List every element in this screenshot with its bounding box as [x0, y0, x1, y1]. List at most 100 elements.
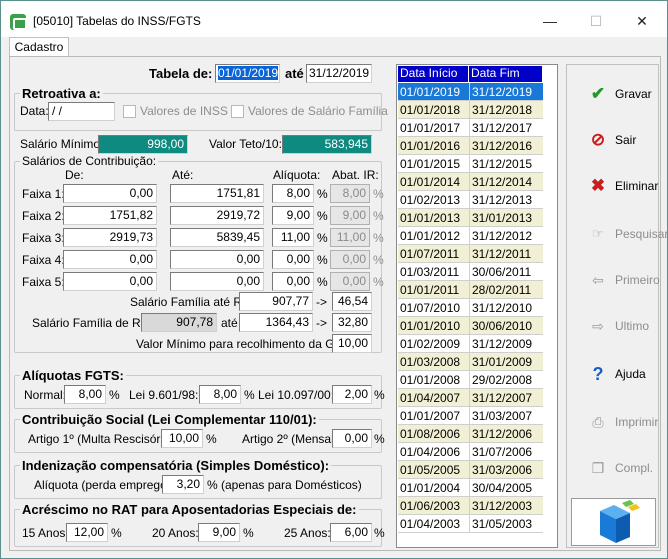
compl-button[interactable]: ❐ Compl.: [573, 451, 655, 485]
tab-cadastro[interactable]: Cadastro: [9, 37, 69, 57]
retroativa-title: Retroativa a:: [20, 86, 103, 101]
art2-label: Artigo 2º (Mensal):: [242, 432, 342, 446]
table-row[interactable]: 01/01/2004 30/04/2005: [398, 479, 543, 497]
table-row[interactable]: 01/04/2006 31/07/2006: [398, 443, 543, 461]
sf-ate-input[interactable]: 907,77: [239, 292, 313, 311]
table-row[interactable]: 01/03/2011 30/06/2011: [398, 263, 543, 281]
table-row[interactable]: 01/01/2012 31/12/2012: [398, 227, 543, 245]
faixa-2-aliquota[interactable]: 9,00: [272, 206, 314, 225]
table-row[interactable]: 01/01/2010 30/06/2010: [398, 317, 543, 335]
table-row[interactable]: 01/01/2016 31/12/2016: [398, 137, 543, 155]
table-row[interactable]: 01/04/2007 31/12/2007: [398, 389, 543, 407]
table-row[interactable]: 01/01/2014 31/12/2014: [398, 173, 543, 191]
faixa-2-label: Faixa 2:: [22, 209, 65, 223]
art2-input[interactable]: 0,00: [332, 429, 372, 448]
faixa-5-abat: 0,00: [330, 272, 370, 291]
cell-data-fim: 31/12/2007: [472, 391, 533, 405]
rat-15-input[interactable]: 12,00: [66, 523, 108, 542]
tabela-to-input[interactable]: 31/12/2019: [306, 64, 372, 83]
faixa-5-ate[interactable]: 0,00: [170, 272, 264, 291]
faixa-1-ate[interactable]: 1751,81: [170, 184, 264, 203]
faixa-1-abat: 8,00: [330, 184, 370, 203]
table-row[interactable]: 01/08/2006 31/12/2006: [398, 425, 543, 443]
table-row[interactable]: 01/03/2008 31/01/2009: [398, 353, 543, 371]
faixa-1-aliquota[interactable]: 8,00: [272, 184, 314, 203]
cell-data-inicio: 01/02/2013: [400, 193, 461, 207]
cell-data-inicio: 01/04/2003: [400, 517, 461, 531]
retro-data-input[interactable]: / /: [48, 102, 115, 121]
col-ate: Até:: [172, 168, 194, 182]
fgts-lei2-input[interactable]: 2,00: [332, 385, 372, 404]
faixa-1-de[interactable]: 0,00: [63, 184, 157, 203]
table-row[interactable]: 01/01/2018 31/12/2018: [398, 101, 543, 119]
faixa-2-de[interactable]: 1751,82: [63, 206, 157, 225]
ajuda-button[interactable]: ? Ajuda: [573, 357, 655, 391]
salario-minimo-input[interactable]: 998,00: [98, 135, 188, 154]
gps-input[interactable]: 10,00: [332, 334, 372, 353]
gravar-button[interactable]: ✔ Gravar: [573, 77, 655, 111]
table-row[interactable]: 01/01/2008 29/02/2008: [398, 371, 543, 389]
faixa-3-de[interactable]: 2919,73: [63, 228, 157, 247]
teto-input[interactable]: 583,945: [282, 135, 372, 154]
table-row[interactable]: 01/04/2003 31/05/2003: [398, 515, 543, 533]
table-row[interactable]: 01/01/2017 31/12/2017: [398, 119, 543, 137]
table-row[interactable]: 01/07/2011 31/12/2011: [398, 245, 543, 263]
table-row[interactable]: 01/02/2009 31/12/2009: [398, 335, 543, 353]
pct-sign: %: [109, 388, 120, 402]
table-row[interactable]: 01/01/2013 31/01/2013: [398, 209, 543, 227]
sf-de-to-input[interactable]: 1364,43: [239, 313, 313, 332]
tabela-from-input[interactable]: 01/01/2019: [215, 64, 280, 83]
table-row[interactable]: 01/01/2015 31/12/2015: [398, 155, 543, 173]
imprimir-button[interactable]: ⎙ Imprimir: [573, 405, 658, 439]
maximize-button[interactable]: ☐: [573, 9, 619, 33]
minimize-button[interactable]: —: [527, 9, 573, 33]
faixa-4-aliquota[interactable]: 0,00: [272, 250, 314, 269]
faixa-3-aliquota[interactable]: 11,00: [272, 228, 314, 247]
table-row[interactable]: 01/01/2019 31/12/2019: [398, 83, 543, 101]
faixa-5-aliquota[interactable]: 0,00: [272, 272, 314, 291]
table-row[interactable]: 01/02/2013 31/12/2013: [398, 191, 543, 209]
faixa-3-ate[interactable]: 5839,45: [170, 228, 264, 247]
cell-data-fim: 31/12/2019: [472, 85, 533, 99]
faixa-4-ate[interactable]: 0,00: [170, 250, 264, 269]
fgts-lei1-input[interactable]: 8,00: [199, 385, 241, 404]
column-divider: [469, 137, 470, 155]
ultimo-button[interactable]: ⇨ Ultimo: [573, 309, 655, 343]
rat-title: Acréscimo no RAT para Aposentadorias Esp…: [20, 502, 359, 517]
col-data-fim[interactable]: Data Fim: [469, 66, 543, 82]
table-row[interactable]: 01/01/2011 28/02/2011: [398, 281, 543, 299]
cell-data-fim: 28/02/2011: [472, 283, 532, 297]
indeniz-input[interactable]: 3,20: [162, 475, 204, 494]
cell-data-fim: 31/12/2016: [472, 139, 533, 153]
fgts-normal-input[interactable]: 8,00: [64, 385, 106, 404]
primeiro-button[interactable]: ⇦ Primeiro: [573, 263, 660, 297]
sf-ate-result[interactable]: 46,54: [332, 292, 372, 311]
column-divider: [469, 209, 470, 227]
periods-grid[interactable]: Data Início Data Fim 01/01/2019 31/12/201…: [396, 64, 558, 548]
cell-data-inicio: 01/01/2017: [400, 121, 461, 135]
faixa-2-ate[interactable]: 2919,72: [170, 206, 264, 225]
table-row[interactable]: 01/06/2003 31/12/2003: [398, 497, 543, 515]
faixa-5-de[interactable]: 0,00: [63, 272, 157, 291]
table-row[interactable]: 01/05/2005 31/03/2006: [398, 461, 543, 479]
col-data-inicio[interactable]: Data Início: [398, 66, 469, 82]
rat-25-input[interactable]: 6,00: [330, 523, 372, 542]
cell-data-fim: 31/05/2003: [472, 517, 533, 531]
primeiro-label: Primeiro: [615, 273, 660, 287]
valores-inss-checkbox[interactable]: [123, 105, 136, 118]
table-row[interactable]: 01/01/2007 31/03/2007: [398, 407, 543, 425]
table-row[interactable]: 01/07/2010 31/12/2010: [398, 299, 543, 317]
eliminar-button[interactable]: ✖ Eliminar: [573, 169, 658, 203]
column-divider: [469, 83, 470, 101]
sf-de-result[interactable]: 32,80: [332, 313, 372, 332]
compl-label: Compl.: [615, 461, 654, 475]
close-button[interactable]: ✕: [619, 9, 665, 33]
faixa-4-de[interactable]: 0,00: [63, 250, 157, 269]
pesquisar-button[interactable]: ☞ Pesquisar: [573, 217, 668, 251]
rat-20-input[interactable]: 9,00: [198, 523, 240, 542]
art1-input[interactable]: 10,00: [161, 429, 203, 448]
cell-data-inicio: 01/01/2004: [400, 481, 461, 495]
sair-button[interactable]: ⊘ Sair: [573, 123, 655, 157]
valores-sf-checkbox[interactable]: [231, 105, 244, 118]
cell-data-fim: 31/12/2006: [472, 427, 533, 441]
